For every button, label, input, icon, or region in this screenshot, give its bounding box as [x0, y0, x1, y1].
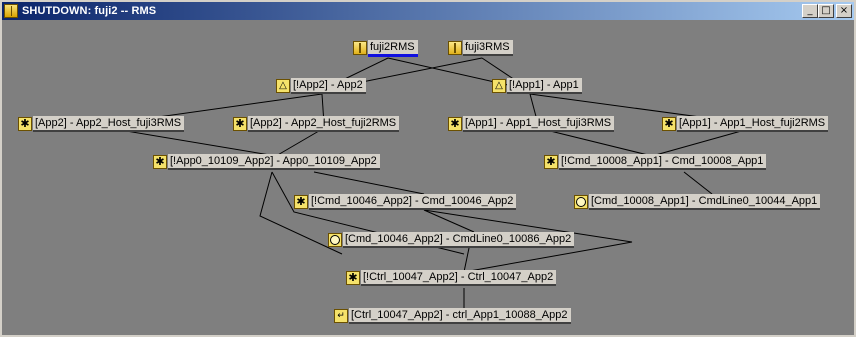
rms-graph-window: SHUTDOWN: fuji2 -- RMS _ □ × fuji2RMS fu…	[0, 0, 856, 337]
userapp-icon	[448, 41, 462, 55]
gear-icon: ✱	[662, 117, 676, 131]
node-label: [!Ctrl_10047_App2] - Ctrl_10047_App2	[361, 270, 557, 286]
node-label: [!Cmd_10008_App1] - Cmd_10008_App1	[559, 154, 767, 170]
title-bar[interactable]: SHUTDOWN: fuji2 -- RMS _ □ ×	[2, 2, 854, 20]
node-label: [!Cmd_10046_App2] - Cmd_10046_App2	[309, 194, 517, 210]
node-app0-10109-app2[interactable]: ✱ [!App0_10109_App2] - App0_10109_App2	[153, 154, 380, 170]
edge	[463, 247, 600, 273]
node-cmd-10008-app1[interactable]: ✱ [!Cmd_10008_App1] - Cmd_10008_App1	[544, 154, 767, 170]
graph-edges	[107, 57, 753, 310]
node-fuji3rms[interactable]: fuji3RMS	[448, 40, 513, 56]
controller-icon: ↵	[334, 309, 348, 323]
circle-icon	[328, 233, 342, 247]
edge	[313, 171, 425, 195]
node-ctrl-10047-app2[interactable]: ✱ [!Ctrl_10047_App2] - Ctrl_10047_App2	[346, 270, 557, 286]
gear-icon: ✱	[153, 155, 167, 169]
userapp-icon	[353, 41, 367, 55]
node-label: [!App2] - App2	[291, 78, 366, 94]
node-label: [Ctrl_10047_App2] - ctrl_App1_10088_App2	[349, 308, 571, 324]
node-label: [App1] - App1_Host_fuji3RMS	[463, 116, 615, 132]
node-ctrl-app1-10088-app2[interactable]: ↵ [Ctrl_10047_App2] - ctrl_App1_10088_Ap…	[334, 308, 571, 324]
edge	[463, 247, 470, 273]
node-label: fuji2RMS	[368, 39, 418, 57]
edge	[107, 127, 277, 157]
rms-app-icon	[4, 4, 18, 18]
window-title: SHUTDOWN: fuji2 -- RMS	[22, 5, 157, 17]
circle-icon	[574, 195, 588, 209]
node-fuji2rms[interactable]: fuji2RMS	[353, 39, 418, 57]
maximize-button[interactable]: □	[818, 4, 834, 18]
node-label: [App1] - App1_Host_fuji2RMS	[677, 116, 829, 132]
gear-icon: ✱	[544, 155, 558, 169]
node-cmdline0-10044-app1[interactable]: [Cmd_10008_App1] - CmdLine0_10044_App1	[574, 194, 821, 210]
node-label: [!App0_10109_App2] - App0_10109_App2	[168, 154, 380, 170]
edge	[683, 171, 713, 195]
edge	[275, 127, 325, 157]
minimize-button[interactable]: _	[802, 4, 818, 18]
gear-icon: ✱	[18, 117, 32, 131]
node-app2[interactable]: △ [!App2] - App2	[276, 78, 366, 94]
node-label: [App2] - App2_Host_fuji2RMS	[248, 116, 400, 132]
gear-icon: ✱	[448, 117, 462, 131]
node-label: [!App1] - App1	[507, 78, 582, 94]
node-cmdline0-10086-app2[interactable]: [Cmd_10046_App2] - CmdLine0_10086_App2	[328, 232, 575, 248]
gear-icon: ✱	[346, 271, 360, 285]
node-app2-host-fuji2rms[interactable]: ✱ [App2] - App2_Host_fuji2RMS	[233, 116, 400, 132]
node-label: fuji3RMS	[463, 40, 513, 56]
window-controls: _ □ ×	[802, 4, 852, 18]
node-cmd-10046-app2[interactable]: ✱ [!Cmd_10046_App2] - Cmd_10046_App2	[294, 194, 517, 210]
edge	[537, 127, 653, 157]
edge	[651, 127, 753, 157]
app-icon: △	[276, 79, 290, 93]
node-label: [Cmd_10046_App2] - CmdLine0_10086_App2	[343, 232, 575, 248]
node-app2-host-fuji3rms[interactable]: ✱ [App2] - App2_Host_fuji3RMS	[18, 116, 185, 132]
graph-canvas[interactable]: fuji2RMS fuji3RMS △ [!App2] - App2 △ [!A…	[4, 22, 852, 334]
close-button[interactable]: ×	[836, 4, 852, 18]
node-app1[interactable]: △ [!App1] - App1	[492, 78, 582, 94]
gear-icon: ✱	[233, 117, 247, 131]
app-icon: △	[492, 79, 506, 93]
edge	[423, 209, 475, 233]
node-app1-host-fuji3rms[interactable]: ✱ [App1] - App1_Host_fuji3RMS	[448, 116, 615, 132]
gear-icon: ✱	[294, 195, 308, 209]
node-label: [App2] - App2_Host_fuji3RMS	[33, 116, 185, 132]
node-app1-host-fuji2rms[interactable]: ✱ [App1] - App1_Host_fuji2RMS	[662, 116, 829, 132]
node-label: [Cmd_10008_App1] - CmdLine0_10044_App1	[589, 194, 821, 210]
